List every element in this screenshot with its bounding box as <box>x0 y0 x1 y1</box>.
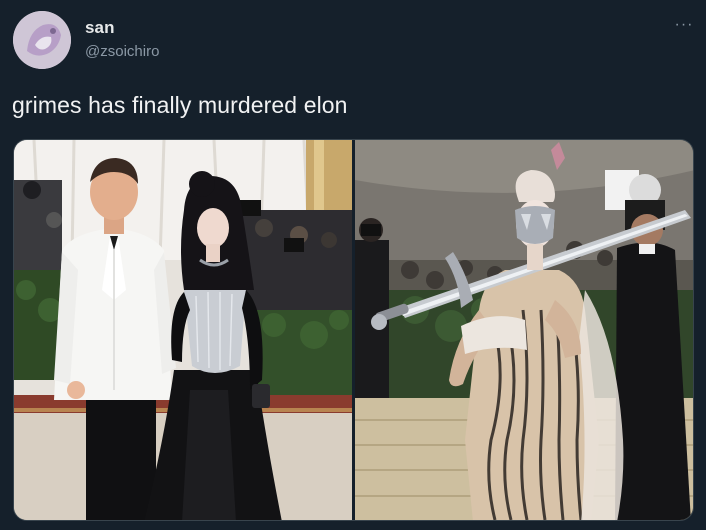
tweet-text: grimes has finally murdered elon <box>12 92 348 118</box>
user-handle[interactable]: @zsoichiro <box>85 43 159 60</box>
more-horizontal-icon[interactable]: ··· <box>671 15 697 35</box>
avatar[interactable] <box>13 11 71 69</box>
tweet-media[interactable] <box>13 139 694 521</box>
photo-left[interactable] <box>14 140 352 520</box>
display-name[interactable]: san <box>85 18 115 38</box>
photo-right[interactable] <box>355 140 693 520</box>
tweet: san @zsoichiro ··· grimes has finally mu… <box>0 0 706 530</box>
